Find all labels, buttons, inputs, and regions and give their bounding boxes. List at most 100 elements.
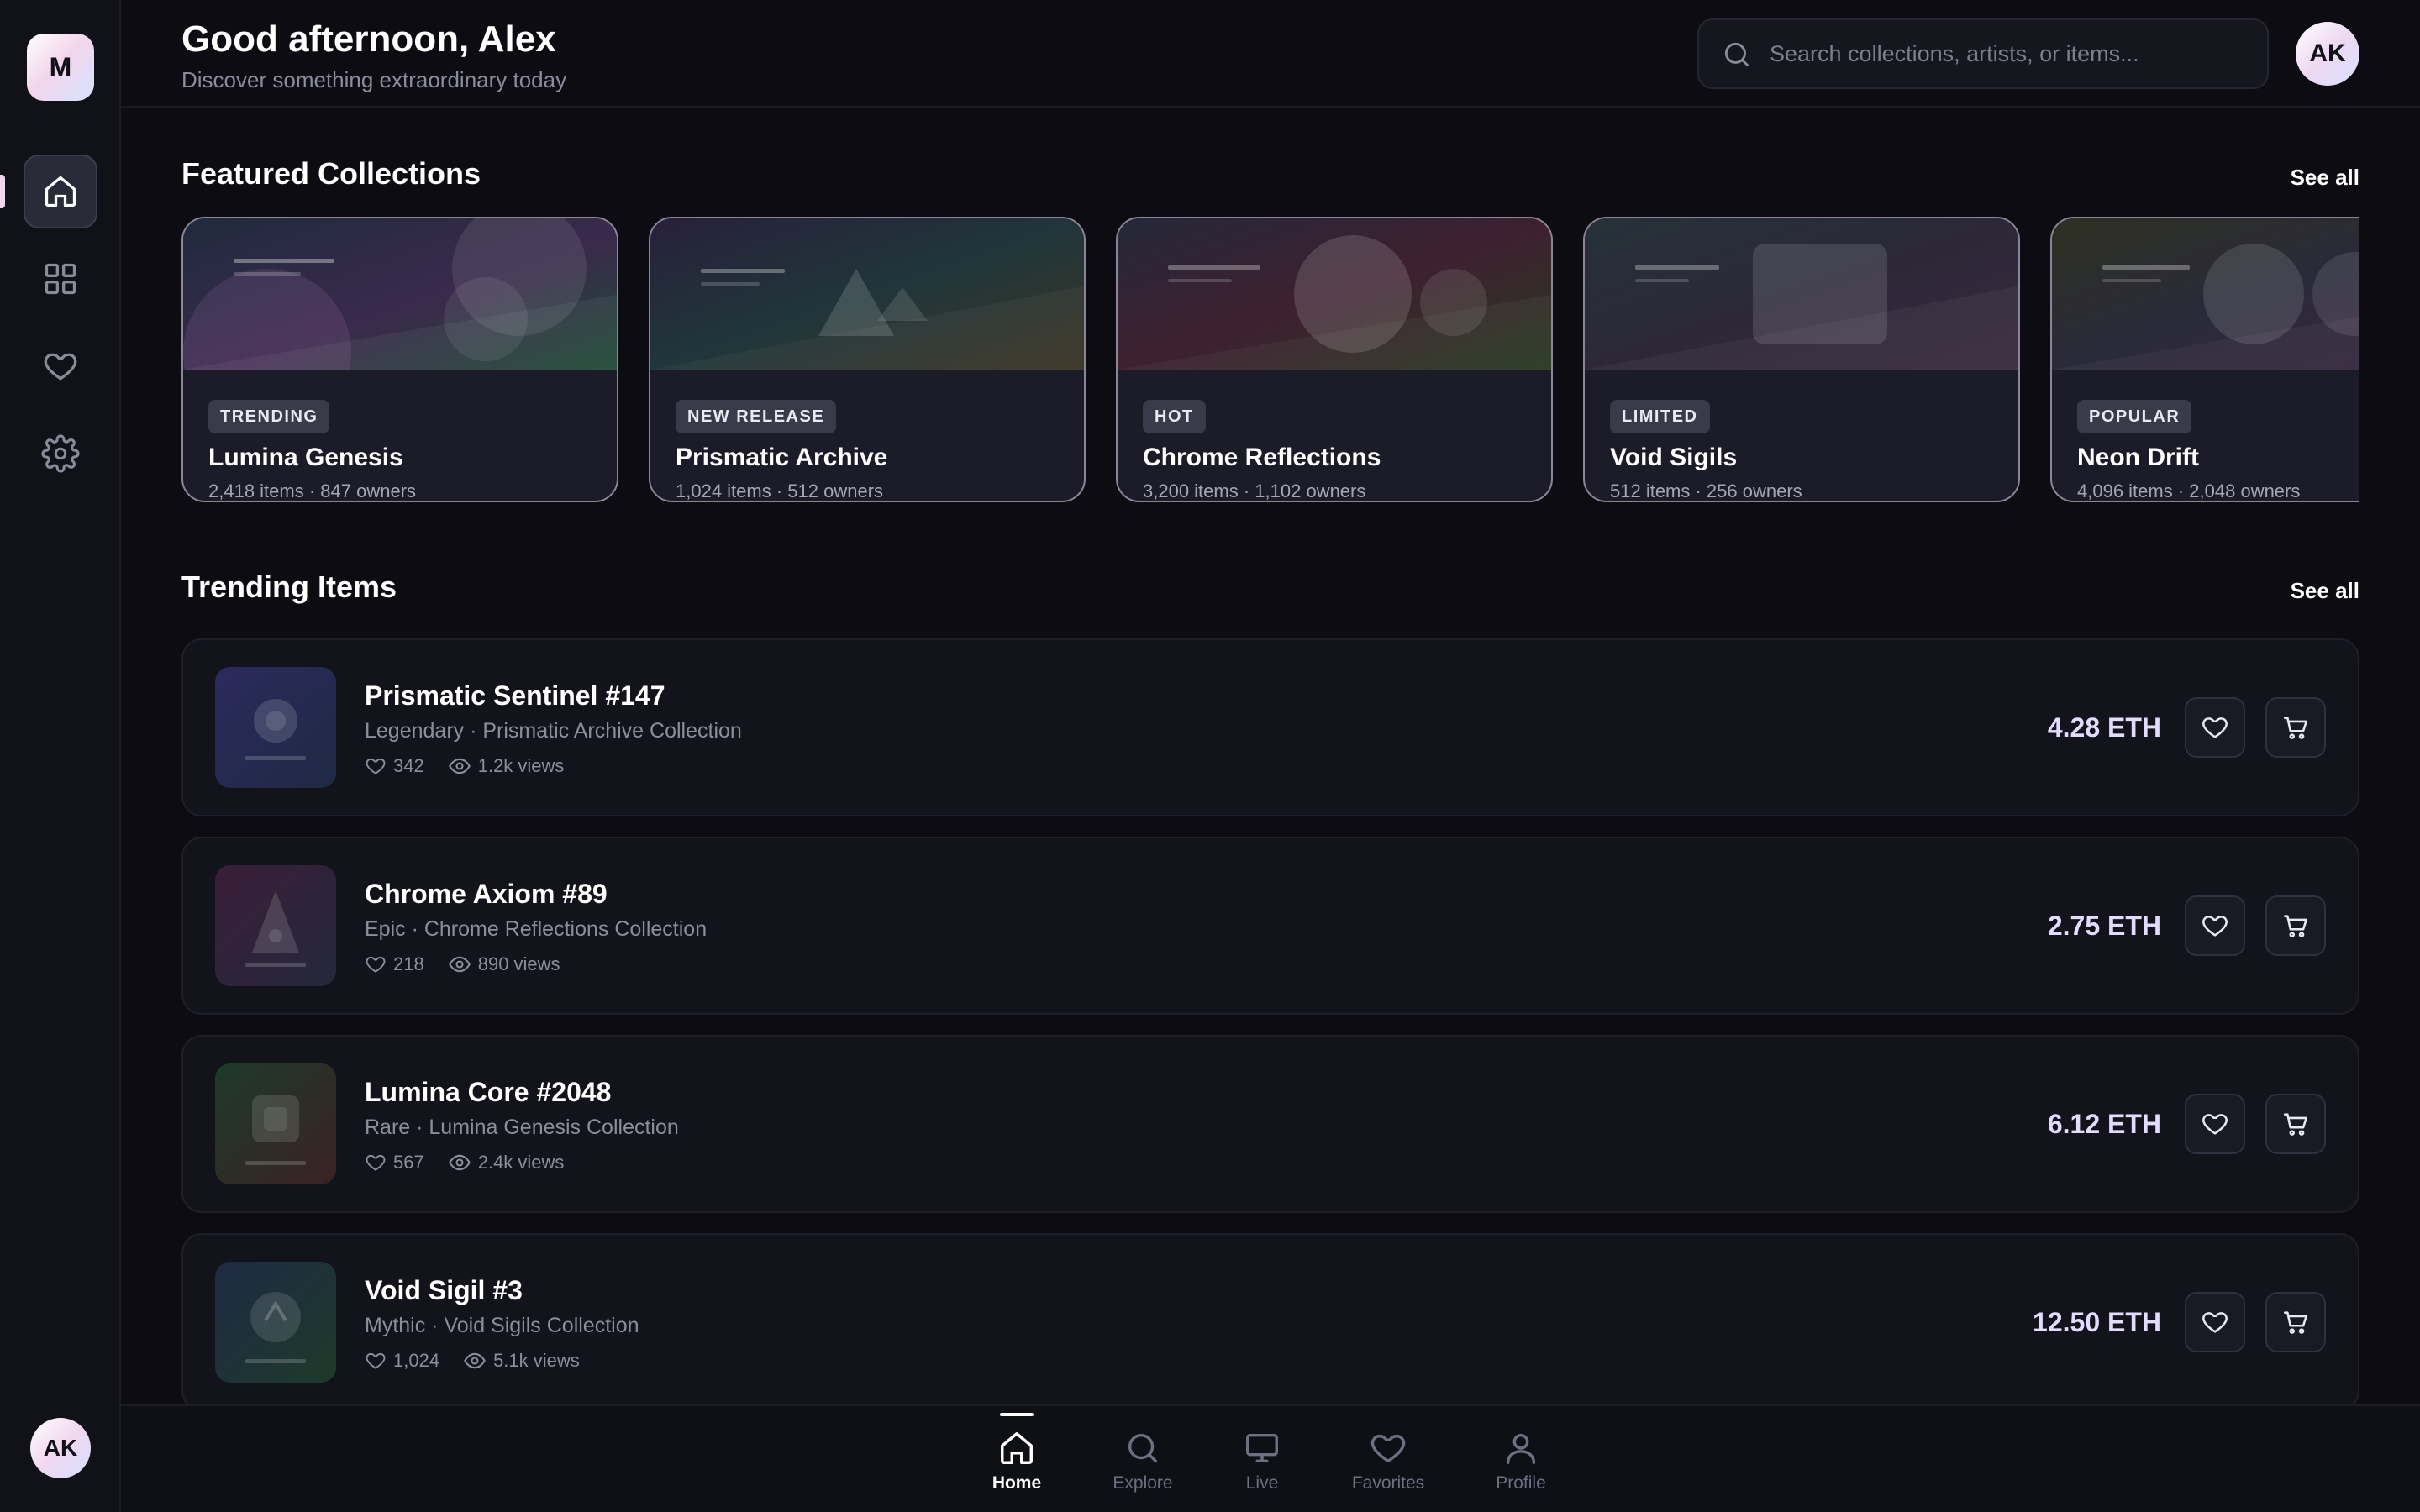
trending-item-row[interactable]: Lumina Core #2048 Rare · Lumina Genesis …	[182, 1035, 2360, 1213]
heart-icon	[44, 353, 77, 381]
item-name: Void Sigil #3	[365, 1275, 523, 1305]
likes-count: 567	[393, 1152, 424, 1173]
item-thumbnail	[215, 1262, 336, 1383]
views-count: 1.2k views	[477, 755, 565, 776]
featured-collections-carousel[interactable]: TRENDING Lumina Genesis 2,418 items · 84…	[182, 217, 2360, 506]
search-icon	[1724, 42, 1749, 67]
heart-icon	[366, 758, 386, 774]
featured-see-all-link[interactable]: See all	[2291, 165, 2360, 191]
featured-section-title: Featured Collections	[182, 156, 481, 191]
cart-icon	[2283, 1113, 2308, 1136]
tab-label: Live	[1245, 1473, 1279, 1493]
trending-item-row[interactable]: Chrome Axiom #89 Epic · Chrome Reflectio…	[182, 837, 2360, 1015]
search-input[interactable]	[1770, 20, 2257, 87]
eye-icon	[448, 758, 471, 774]
item-name: Prismatic Sentinel #147	[365, 680, 666, 711]
sidebar-item-favorites[interactable]	[24, 329, 97, 403]
greeting-subtitle: Discover something extraordinary today	[182, 67, 567, 92]
collection-banner-image	[1118, 218, 1551, 370]
collection-name: Chrome Reflections	[1143, 444, 1381, 471]
collection-meta: 1,024 items · 512 owners	[676, 480, 884, 501]
sidebar-avatar[interactable]: AK	[30, 1418, 91, 1478]
item-subtitle: Legendary · Prismatic Archive Collection	[365, 719, 742, 743]
collection-card[interactable]: LIMITED Void Sigils 512 items · 256 owne…	[1583, 217, 2020, 502]
tab-live[interactable]: Live	[1212, 1406, 1313, 1512]
heart-icon	[2202, 717, 2228, 738]
tab-label: Favorites	[1351, 1473, 1425, 1493]
home-icon	[45, 176, 76, 207]
collection-name: Prismatic Archive	[676, 444, 888, 471]
heart-icon	[2202, 1312, 2228, 1333]
views-count: 2.4k views	[477, 1152, 565, 1173]
collection-meta: 4,096 items · 2,048 owners	[2077, 480, 2301, 501]
item-subtitle: Mythic · Void Sigils Collection	[365, 1314, 639, 1337]
active-nav-indicator	[0, 175, 5, 208]
search-bar[interactable]	[1697, 18, 2269, 89]
heart-icon	[1370, 1434, 1406, 1463]
item-thumbnail	[215, 667, 336, 788]
tab-label: Explore	[1113, 1473, 1173, 1493]
collection-banner-image	[650, 218, 1084, 370]
sidebar-item-settings[interactable]	[24, 417, 97, 491]
add-to-cart-button[interactable]	[2265, 1094, 2326, 1154]
views-count: 890 views	[477, 953, 560, 974]
item-name: Lumina Core #2048	[365, 1077, 612, 1107]
collection-badge: LIMITED	[1610, 400, 1710, 433]
add-to-cart-button[interactable]	[2265, 895, 2326, 956]
home-icon	[1001, 1432, 1033, 1464]
collection-card[interactable]: HOT Chrome Reflections 3,200 items · 1,1…	[1116, 217, 1553, 502]
likes-count: 1,024	[393, 1350, 440, 1371]
eye-icon	[464, 1352, 486, 1369]
trending-see-all-link[interactable]: See all	[2291, 578, 2360, 604]
sidebar-item-home[interactable]	[24, 155, 97, 228]
trending-section-title: Trending Items	[182, 570, 397, 604]
favorite-button[interactable]	[2185, 895, 2245, 956]
tab-label: Profile	[1496, 1473, 1546, 1493]
sidebar-item-explore[interactable]	[24, 242, 97, 316]
collection-name: Lumina Genesis	[208, 444, 403, 471]
cart-icon	[2283, 915, 2308, 937]
collection-name: Void Sigils	[1610, 444, 1738, 471]
collection-name: Neon Drift	[2077, 444, 2199, 471]
collection-meta: 512 items · 256 owners	[1610, 480, 1802, 501]
add-to-cart-button[interactable]	[2265, 697, 2326, 758]
collection-badge: HOT	[1143, 400, 1206, 433]
trending-item-row[interactable]: Void Sigil #3 Mythic · Void Sigils Colle…	[182, 1233, 2360, 1411]
add-to-cart-button[interactable]	[2265, 1292, 2326, 1352]
views-stat: 890 views	[448, 953, 560, 976]
monitor-icon	[1246, 1433, 1278, 1463]
item-subtitle: Rare · Lumina Genesis Collection	[365, 1116, 679, 1139]
favorite-button[interactable]	[2185, 1094, 2245, 1154]
header-avatar[interactable]: AK	[2296, 22, 2360, 86]
gear-icon	[41, 434, 80, 473]
tab-home[interactable]: Home	[966, 1406, 1067, 1512]
tab-profile[interactable]: Profile	[1470, 1406, 1571, 1512]
heart-icon	[2202, 1114, 2228, 1135]
collection-card[interactable]: TRENDING Lumina Genesis 2,418 items · 84…	[182, 217, 618, 502]
collection-badge: POPULAR	[2077, 400, 2192, 433]
collection-card[interactable]: POPULAR Neon Drift 4,096 items · 2,048 o…	[2050, 217, 2360, 502]
tab-explore[interactable]: Explore	[1092, 1406, 1193, 1512]
collection-banner-image	[183, 218, 617, 437]
item-price: 6.12 ETH	[2047, 1109, 2161, 1139]
views-stat: 2.4k views	[448, 1151, 565, 1174]
app-logo[interactable]: M	[27, 34, 94, 101]
collection-meta: 3,200 items · 1,102 owners	[1143, 480, 1366, 501]
collection-banner-image	[2052, 218, 2360, 370]
trending-item-row[interactable]: Prismatic Sentinel #147 Legendary · Pris…	[182, 638, 2360, 816]
eye-icon	[448, 956, 471, 973]
cart-icon	[2283, 717, 2308, 739]
item-stats: 567 2.4k views	[365, 1151, 587, 1174]
item-thumbnail	[215, 865, 336, 986]
favorite-button[interactable]	[2185, 697, 2245, 758]
item-stats: 342 1.2k views	[365, 754, 587, 778]
collection-banner-image	[1585, 218, 2018, 370]
collection-card[interactable]: NEW RELEASE Prismatic Archive 1,024 item…	[649, 217, 1086, 502]
likes-stat: 218	[365, 953, 424, 975]
tab-favorites[interactable]: Favorites	[1338, 1406, 1439, 1512]
favorite-button[interactable]	[2185, 1292, 2245, 1352]
item-name: Chrome Axiom #89	[365, 879, 608, 909]
likes-count: 342	[393, 755, 424, 776]
likes-stat: 342	[365, 755, 424, 777]
item-price: 2.75 ETH	[2047, 911, 2161, 941]
